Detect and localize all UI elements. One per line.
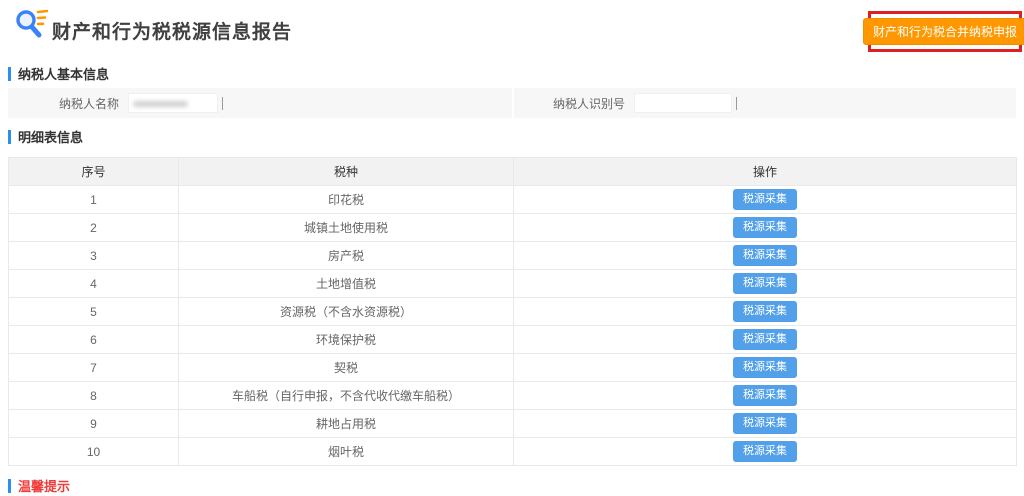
- search-list-icon: [14, 7, 48, 43]
- row-num: 4: [9, 270, 179, 298]
- column-header-operation: 操作: [514, 158, 1017, 186]
- tax-source-collect-button[interactable]: 税源采集: [733, 189, 797, 210]
- detail-table-body: 1 印花税 税源采集 2 城镇土地使用税 税源采集 3 房产税 税源采集 4 土…: [9, 186, 1017, 466]
- row-operation: 税源采集: [514, 354, 1017, 382]
- row-num: 7: [9, 354, 179, 382]
- basic-info-section-header: 纳税人基本信息: [8, 64, 109, 83]
- table-row: 2 城镇土地使用税 税源采集: [9, 214, 1017, 242]
- table-row: 5 资源税（不含水资源税） 税源采集: [9, 298, 1017, 326]
- highlight-annotation-box: 财产和行为税合并纳税申报: [868, 11, 1022, 52]
- row-operation: 税源采集: [514, 382, 1017, 410]
- tax-source-collect-button[interactable]: 税源采集: [733, 217, 797, 238]
- row-operation: 税源采集: [514, 298, 1017, 326]
- section-accent-bar: [8, 479, 11, 493]
- tips-section-header: 温馨提示: [8, 476, 70, 495]
- row-num: 1: [9, 186, 179, 214]
- taxpayer-name-input[interactable]: [128, 93, 218, 113]
- row-num: 5: [9, 298, 179, 326]
- row-operation: 税源采集: [514, 186, 1017, 214]
- table-row: 4 土地增值税 税源采集: [9, 270, 1017, 298]
- row-tax: 烟叶税: [179, 438, 514, 466]
- row-tax: 环境保护税: [179, 326, 514, 354]
- row-num: 8: [9, 382, 179, 410]
- merged-tax-declaration-button[interactable]: 财产和行为税合并纳税申报: [863, 18, 1024, 45]
- taxpayer-name-field: 纳税人名称: [8, 88, 512, 118]
- row-operation: 税源采集: [514, 270, 1017, 298]
- column-header-index: 序号: [9, 158, 179, 186]
- row-num: 2: [9, 214, 179, 242]
- text-caret: [736, 97, 737, 110]
- row-num: 3: [9, 242, 179, 270]
- row-num: 6: [9, 326, 179, 354]
- taxpayer-id-input[interactable]: [634, 93, 732, 113]
- row-operation: 税源采集: [514, 326, 1017, 354]
- column-header-tax-type: 税种: [179, 158, 514, 186]
- table-header-row: 序号 税种 操作: [9, 158, 1017, 186]
- taxpayer-name-label: 纳税人名称: [8, 95, 128, 112]
- page: 财产和行为税税源信息报告 财产和行为税合并纳税申报 纳税人基本信息 纳税人名称 …: [0, 0, 1024, 496]
- row-tax: 车船税（自行申报，不含代收代缴车船税）: [179, 382, 514, 410]
- tax-source-collect-button[interactable]: 税源采集: [733, 301, 797, 322]
- taxpayer-id-field: 纳税人识别号: [512, 88, 1016, 118]
- taxpayer-id-label: 纳税人识别号: [514, 95, 634, 112]
- row-tax: 房产税: [179, 242, 514, 270]
- table-row: 10 烟叶税 税源采集: [9, 438, 1017, 466]
- row-operation: 税源采集: [514, 410, 1017, 438]
- tax-source-collect-button[interactable]: 税源采集: [733, 273, 797, 294]
- row-tax: 城镇土地使用税: [179, 214, 514, 242]
- table-row: 3 房产税 税源采集: [9, 242, 1017, 270]
- table-row: 7 契税 税源采集: [9, 354, 1017, 382]
- row-tax: 土地增值税: [179, 270, 514, 298]
- page-title: 财产和行为税税源信息报告: [52, 17, 292, 44]
- row-operation: 税源采集: [514, 214, 1017, 242]
- table-row: 1 印花税 税源采集: [9, 186, 1017, 214]
- table-row: 6 环境保护税 税源采集: [9, 326, 1017, 354]
- tax-source-collect-button[interactable]: 税源采集: [733, 413, 797, 434]
- tax-source-collect-button[interactable]: 税源采集: [733, 385, 797, 406]
- detail-section-header: 明细表信息: [8, 127, 83, 146]
- section-accent-bar: [8, 130, 11, 144]
- section-title-text: 纳税人基本信息: [18, 64, 109, 83]
- row-operation: 税源采集: [514, 242, 1017, 270]
- section-title-text: 明细表信息: [18, 127, 83, 146]
- basic-info-row: 纳税人名称 纳税人识别号: [8, 88, 1016, 118]
- tax-source-collect-button[interactable]: 税源采集: [733, 329, 797, 350]
- table-row: 9 耕地占用税 税源采集: [9, 410, 1017, 438]
- row-tax: 印花税: [179, 186, 514, 214]
- tax-source-collect-button[interactable]: 税源采集: [733, 441, 797, 462]
- tax-source-collect-button[interactable]: 税源采集: [733, 245, 797, 266]
- row-num: 9: [9, 410, 179, 438]
- tax-source-collect-button[interactable]: 税源采集: [733, 357, 797, 378]
- row-tax: 契税: [179, 354, 514, 382]
- tax-detail-table: 序号 税种 操作 1 印花税 税源采集 2 城镇土地使用税 税源采集 3 房产税: [8, 157, 1017, 466]
- row-operation: 税源采集: [514, 438, 1017, 466]
- row-num: 10: [9, 438, 179, 466]
- table-row: 8 车船税（自行申报，不含代收代缴车船税） 税源采集: [9, 382, 1017, 410]
- row-tax: 资源税（不含水资源税）: [179, 298, 514, 326]
- tips-title-text: 温馨提示: [18, 476, 70, 495]
- section-accent-bar: [8, 67, 11, 81]
- text-caret: [222, 97, 223, 110]
- row-tax: 耕地占用税: [179, 410, 514, 438]
